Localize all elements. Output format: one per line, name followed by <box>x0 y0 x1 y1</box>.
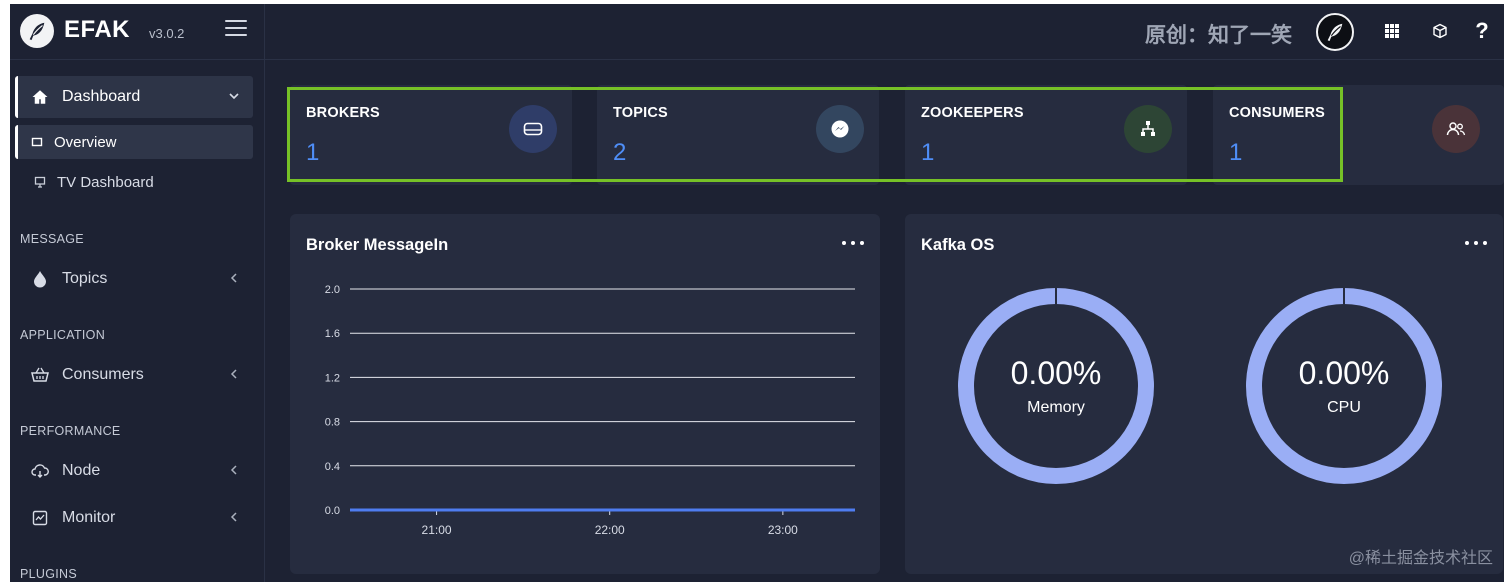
y-tick-label: 0.4 <box>325 461 340 473</box>
sidebar-item-label: Node <box>62 462 101 479</box>
stat-value: 1 <box>1229 139 1243 166</box>
top-header: 原创：知了一笑 ? <box>265 4 1504 60</box>
stat-value: 1 <box>921 139 935 166</box>
monitor-small-icon <box>33 175 47 189</box>
menu-toggle-icon[interactable] <box>225 20 247 40</box>
stat-value: 1 <box>306 139 320 166</box>
chevron-left-icon <box>227 271 241 285</box>
home-icon <box>30 87 50 107</box>
activity-chart-icon <box>30 508 50 528</box>
x-tick-label: 22:00 <box>595 523 625 537</box>
stat-card-topics: TOPICS 2 <box>597 85 879 185</box>
sidebar-item-monitor[interactable]: Monitor <box>15 497 253 539</box>
y-tick-label: 0.8 <box>325 417 340 429</box>
avatar[interactable] <box>1316 13 1354 51</box>
sitemap-icon <box>1124 105 1172 153</box>
stat-title: CONSUMERS <box>1229 105 1326 121</box>
stats-row: BROKERS 1 TOPICS 2 ZOOKEEPERS 1 CONSUMER… <box>290 85 1504 185</box>
sidebar-item-label: Topics <box>62 270 108 287</box>
hard-drive-icon <box>509 105 557 153</box>
sidebar-item-dashboard[interactable]: Dashboard <box>15 76 253 118</box>
memory-gauge: 0.00% Memory <box>958 285 1154 484</box>
brand-bar: EFAK v3.0.2 <box>10 4 265 60</box>
feather-logo-icon <box>20 14 54 48</box>
y-tick-label: 0.0 <box>325 505 340 517</box>
section-performance: PERFORMANCE <box>20 424 121 438</box>
kafka-os-gauges: 0.00% Memory 0.00% CPU <box>958 285 1442 484</box>
cpu-gauge: 0.00% CPU <box>1246 285 1442 484</box>
y-tick-label: 1.2 <box>325 372 340 384</box>
chevron-left-icon <box>227 463 241 477</box>
sidebar-item-label: Dashboard <box>62 88 141 105</box>
app-window: EFAK v3.0.2 Dashboard Overview TV Dashbo… <box>10 4 1504 582</box>
sidebar-item-label: TV Dashboard <box>57 173 154 191</box>
sidebar-item-consumers[interactable]: Consumers <box>15 354 253 396</box>
chevron-left-icon <box>227 510 241 524</box>
help-icon[interactable]: ? <box>1470 18 1494 43</box>
stat-card-brokers: BROKERS 1 <box>290 85 572 185</box>
x-tick-label: 21:00 <box>422 523 452 537</box>
stat-title: TOPICS <box>613 105 668 121</box>
section-message: MESSAGE <box>20 232 84 246</box>
y-tick-label: 1.6 <box>325 328 340 340</box>
sidebar-item-tv-dashboard[interactable]: TV Dashboard <box>15 165 253 199</box>
stat-card-consumers: CONSUMERS 1 <box>1213 85 1504 185</box>
kafka-os-panel: Kafka OS 0.00% Memory 0.00% CPU @稀土掘金技术社… <box>905 214 1503 574</box>
sidebar: EFAK v3.0.2 Dashboard Overview TV Dashbo… <box>10 4 265 582</box>
basket-icon <box>30 365 50 385</box>
cube-icon[interactable] <box>1428 19 1452 43</box>
broker-messagein-panel: Broker MessageIn 2.0 1.6 1.2 0.8 0.4 0.0 21:00… <box>290 214 880 574</box>
apps-grid-icon[interactable] <box>1380 19 1404 43</box>
square-icon <box>30 135 44 149</box>
sidebar-item-label: Overview <box>54 133 117 151</box>
stat-title: ZOOKEEPERS <box>921 105 1024 121</box>
brand-name: EFAK <box>64 16 131 43</box>
stat-card-zookeepers: ZOOKEEPERS 1 <box>905 85 1187 185</box>
sidebar-item-topics[interactable]: Topics <box>15 258 253 300</box>
sidebar-item-overview[interactable]: Overview <box>15 125 253 159</box>
x-tick-label: 23:00 <box>768 523 798 537</box>
chevron-down-icon <box>227 89 241 103</box>
stat-value: 2 <box>613 139 627 166</box>
users-icon <box>1432 105 1480 153</box>
chevron-left-icon <box>227 367 241 381</box>
messenger-icon <box>816 105 864 153</box>
sidebar-item-label: Monitor <box>62 509 116 526</box>
y-tick-label: 2.0 <box>325 284 340 296</box>
droplet-icon <box>30 269 50 289</box>
section-application: APPLICATION <box>20 328 106 342</box>
author-label: 原创：知了一笑 <box>1145 24 1292 47</box>
memory-value: 0.00% <box>1011 355 1102 391</box>
memory-label: Memory <box>1027 399 1085 416</box>
stat-title: BROKERS <box>306 105 380 121</box>
cpu-value: 0.00% <box>1299 355 1390 391</box>
brand-version: v3.0.2 <box>149 26 185 41</box>
sidebar-item-label: Consumers <box>62 366 144 383</box>
sidebar-item-node[interactable]: Node <box>15 450 253 492</box>
section-plugins: PLUGINS <box>20 567 77 581</box>
cpu-label: CPU <box>1327 399 1361 416</box>
watermark: @稀土掘金技术社区 <box>1348 550 1493 567</box>
broker-line-chart: 2.0 1.6 1.2 0.8 0.4 0.0 21:00 22:00 23:00 <box>325 284 855 537</box>
cloud-download-icon <box>30 461 50 481</box>
